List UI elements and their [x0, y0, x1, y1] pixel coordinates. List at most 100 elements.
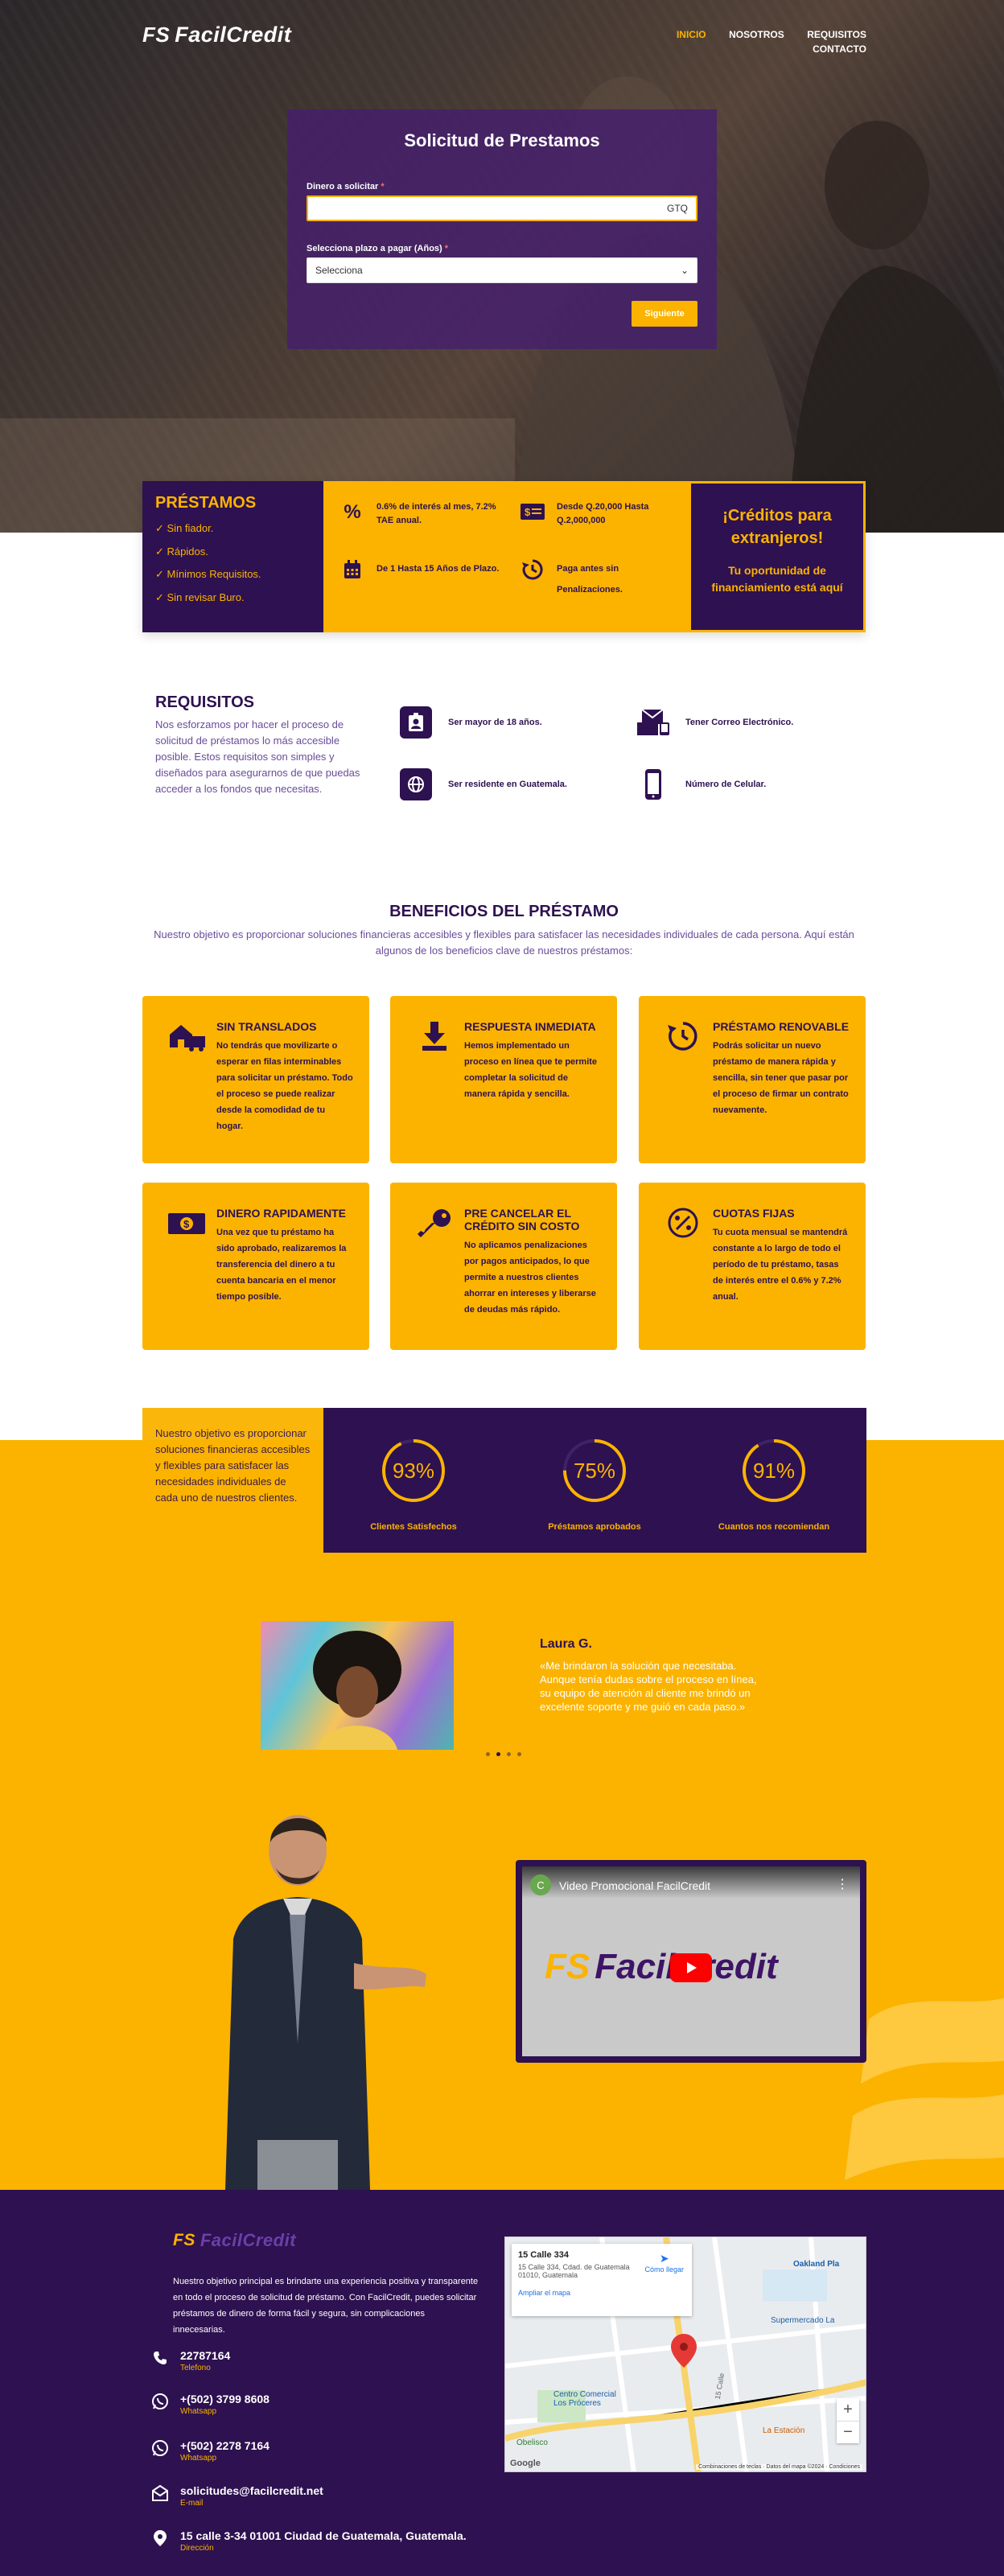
- foreign-credit-cta[interactable]: ¡Créditos para extranjeros! Tu oportunid…: [689, 481, 866, 632]
- benefit-title: CUOTAS FIJAS: [713, 1207, 795, 1220]
- contact-phone[interactable]: 22787164 Telefono: [151, 2349, 230, 2372]
- percent-circle-icon: [663, 1207, 703, 1246]
- loan-form: Solicitud de Prestamos Dinero a solicita…: [287, 109, 717, 349]
- money-icon: $: [520, 500, 545, 523]
- carousel-dot[interactable]: [507, 1752, 511, 1756]
- map-label: Supermercado La: [771, 2316, 835, 2325]
- contact-email[interactable]: solicitudes@facilcredit.net E-mail: [151, 2484, 323, 2508]
- email-icon: [637, 706, 669, 739]
- term-select-value: Selecciona: [315, 265, 363, 276]
- submit-button[interactable]: Siguiente: [632, 301, 697, 327]
- requirements-description: Nos esforzamos por hacer el proceso de s…: [155, 718, 360, 795]
- amount-input[interactable]: GTQ: [307, 195, 697, 221]
- benefit-title: SIN TRANSLADOS: [216, 1020, 317, 1033]
- stat-label: Cuantos nos recomiendan: [718, 1522, 830, 1532]
- stat-label: Clientes Satisfechos: [370, 1522, 457, 1532]
- carousel-dot[interactable]: [517, 1752, 521, 1756]
- feature-prepay: Paga antes sin Penalizaciones.: [520, 558, 681, 600]
- feature-interest: % 0.6% de interés al mes, 7.2% TAE anual…: [339, 500, 500, 528]
- requirement-email: Tener Correo Electrónico.: [637, 706, 793, 739]
- term-select[interactable]: Selecciona ⌄: [307, 257, 697, 283]
- benefits-subtitle: Nuestro objetivo es proporcionar solucio…: [154, 928, 854, 957]
- main-nav: INICIO NOSOTROS REQUISITOS CONTACTO: [611, 27, 866, 56]
- key-icon: [414, 1207, 455, 1246]
- zoom-in-button[interactable]: +: [837, 2398, 859, 2421]
- video-embed[interactable]: C Video Promocional FacilCredit ⋮ FSFaci…: [516, 1860, 866, 2063]
- calendar-icon: [339, 558, 365, 581]
- stats-box: 93% Clientes Satisfechos 75% Préstamos a…: [323, 1408, 866, 1553]
- contact-whatsapp[interactable]: +(502) 3799 8608 Whatsapp: [151, 2393, 270, 2416]
- nav-inicio[interactable]: INICIO: [677, 29, 706, 40]
- phone-icon: [151, 2349, 169, 2367]
- requirement-residence: Ser residente en Guatemala.: [400, 768, 567, 800]
- svg-text:$: $: [183, 1218, 190, 1230]
- benefit-text: No aplicamos penalizaciones por pagos an…: [464, 1241, 596, 1315]
- svg-text:$: $: [525, 506, 531, 518]
- map-info-card: 15 Calle 334 15 Calle 334, Cdad. de Guat…: [512, 2244, 692, 2316]
- benefit-text: Una vez que tu préstamo ha sido aprobado…: [216, 1228, 347, 1302]
- benefit-card: $ DINERO RAPIDAMENTE Una vez que tu prés…: [142, 1183, 369, 1350]
- stat-label: Préstamos aprobados: [548, 1522, 641, 1532]
- benefit-card: RESPUESTA INMEDIATA Hemos implementado u…: [390, 996, 617, 1163]
- passport-icon: [400, 768, 432, 800]
- requirements-title: REQUISITOS: [155, 693, 254, 711]
- check-item: ✓ Sin fiador.: [155, 522, 214, 534]
- more-options-icon[interactable]: ⋮: [836, 1876, 849, 1892]
- benefit-card: PRÉSTAMO RENOVABLE Podrás solicitar un n…: [639, 996, 866, 1163]
- feature-term: De 1 Hasta 15 Años de Plazo.: [339, 558, 500, 581]
- logo-text: FacilCredit: [175, 23, 292, 47]
- location-icon: [151, 2529, 169, 2547]
- map-enlarge-link[interactable]: Ampliar el mapa: [518, 2289, 685, 2297]
- stat-gauge: 91%: [742, 1438, 806, 1503]
- youtube-play-icon[interactable]: [670, 1953, 712, 1982]
- whatsapp-icon: [151, 2439, 169, 2457]
- percent-icon: %: [344, 500, 361, 523]
- footer-description: Nuestro objetivo principal es brindarte …: [173, 2277, 479, 2335]
- nav-nosotros[interactable]: NOSOTROS: [729, 29, 784, 40]
- video-title[interactable]: Video Promocional FacilCredit: [559, 1879, 710, 1892]
- channel-avatar[interactable]: C: [530, 1874, 551, 1895]
- site-logo[interactable]: FS FacilCredit: [142, 23, 291, 47]
- carousel-dot[interactable]: [486, 1752, 490, 1756]
- id-badge-icon: [400, 706, 432, 739]
- feature-amount: $ Desde Q.20,000 Hasta Q.2,000,000: [520, 500, 681, 528]
- money-bill-icon: $: [167, 1207, 207, 1246]
- envelope-icon: [151, 2484, 169, 2502]
- loans-title: PRÉSTAMOS: [155, 494, 257, 512]
- currency-suffix: GTQ: [667, 203, 688, 214]
- carousel-dots: [486, 1752, 521, 1756]
- amount-label: Dinero a solicitar *: [307, 182, 385, 191]
- features-bar: PRÉSTAMOS ✓ Sin fiador. ✓ Rápidos. ✓ Mín…: [142, 481, 866, 632]
- stat-value: 75%: [573, 1458, 616, 1483]
- contact-address[interactable]: 15 calle 3-34 01001 Ciudad de Guatemala,…: [151, 2529, 467, 2553]
- benefit-text: Hemos implementado un proceso en línea q…: [464, 1041, 598, 1099]
- benefit-title: PRE CANCELAR EL CRÉDITO SIN COSTO: [464, 1207, 580, 1232]
- foreign-title: ¡Créditos para extranjeros!: [722, 507, 832, 547]
- map-label: Obelisco: [516, 2438, 548, 2447]
- benefits-title: BENEFICIOS DEL PRÉSTAMO: [389, 903, 619, 920]
- map-attribution[interactable]: Combinaciones de teclas · Datos del mapa…: [696, 2464, 862, 2470]
- benefit-title: PRÉSTAMO RENOVABLE: [713, 1020, 850, 1033]
- nav-contacto[interactable]: CONTACTO: [813, 43, 866, 55]
- loans-summary: PRÉSTAMOS ✓ Sin fiador. ✓ Rápidos. ✓ Mín…: [142, 481, 323, 632]
- map-label: Centro Comercial Los Próceres: [553, 2390, 616, 2408]
- map-label: La Estación: [763, 2426, 805, 2435]
- map-zoom-controls: + −: [837, 2398, 859, 2443]
- stat-value: 93%: [392, 1458, 435, 1483]
- google-map[interactable]: 15 Calle 334 15 Calle 334, Cdad. de Guat…: [504, 2237, 866, 2472]
- benefit-card: PRE CANCELAR EL CRÉDITO SIN COSTO No apl…: [390, 1183, 617, 1350]
- contact-whatsapp[interactable]: +(502) 2278 7164 Whatsapp: [151, 2439, 270, 2463]
- loan-features: % 0.6% de interés al mes, 7.2% TAE anual…: [323, 481, 689, 632]
- footer-logo[interactable]: FS FacilCredit: [173, 2230, 296, 2251]
- carousel-dot-active[interactable]: [496, 1752, 500, 1756]
- video-logo: FSFacilCredit: [545, 1947, 778, 1986]
- foreign-subtitle: Tu oportunidad de financiamiento está aq…: [711, 564, 843, 594]
- map-label: Oakland Pla: [793, 2260, 840, 2269]
- zoom-out-button[interactable]: −: [837, 2421, 859, 2443]
- map-directions[interactable]: ➤ Cómo llegar: [644, 2252, 684, 2274]
- promo-man-image: [225, 1815, 426, 2190]
- directions-icon: ➤: [659, 2252, 669, 2265]
- nav-requisitos[interactable]: REQUISITOS: [807, 29, 866, 40]
- logo-mark: FS: [142, 23, 171, 47]
- download-icon: [414, 1020, 455, 1060]
